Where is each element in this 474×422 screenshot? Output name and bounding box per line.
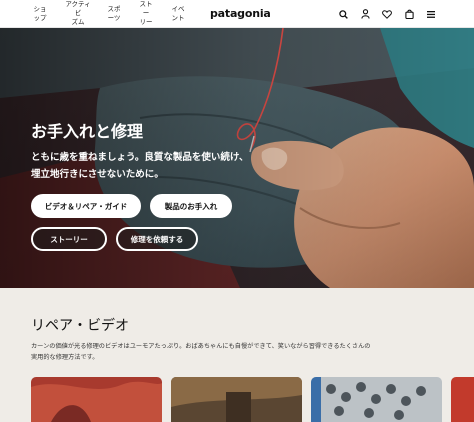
hero-description: ともに歳を重ねましょう。良質な製品を使い続け、埋立地行きにさせないために。	[31, 152, 249, 180]
repair-video-button[interactable]: ビデオ＆リペア・ガイド	[31, 194, 141, 218]
nav-sports[interactable]: スポ ーツ	[105, 5, 123, 23]
video-thumbnail[interactable]	[451, 377, 474, 422]
repair-videos-section: リペア・ビデオ カーンの価値が光る修理のビデオはユーモアたっぷり。おばあちゃんに…	[0, 288, 474, 422]
request-repair-button[interactable]: 修理を依頼する	[116, 227, 198, 251]
search-icon[interactable]	[332, 0, 354, 28]
cart-icon[interactable]	[398, 0, 420, 28]
account-icon[interactable]	[354, 0, 376, 28]
video-thumbnail[interactable]	[311, 377, 442, 422]
heart-icon[interactable]	[376, 0, 398, 28]
nav-shop[interactable]: ショ ップ	[31, 5, 49, 23]
stories-button[interactable]: ストーリー	[31, 227, 107, 251]
hero-title: お手入れと修理	[31, 122, 144, 141]
nav-activism[interactable]: アクティビ ズム	[63, 0, 93, 27]
nav-events[interactable]: イベ ント	[169, 5, 187, 23]
header-icons	[332, 0, 442, 28]
video-thumbnail[interactable]	[171, 377, 302, 422]
site-header: ショ ップ アクティビ ズム スポ ーツ ストー リー イベ ント patago…	[0, 0, 474, 28]
nav-stories[interactable]: ストー リー	[137, 0, 155, 27]
main-nav: ショ ップ アクティビ ズム スポ ーツ ストー リー イベ ント	[0, 0, 201, 28]
hero-banner: お手入れと修理 ともに歳を重ねましょう。良質な製品を使い続け、埋立地行きにさせな…	[0, 28, 474, 288]
patagonia-logo[interactable]: patagonia	[210, 7, 271, 20]
video-thumbnail[interactable]	[31, 377, 162, 422]
section-title: リペア・ビデオ	[31, 318, 129, 334]
menu-icon[interactable]	[420, 0, 442, 28]
care-button[interactable]: 製品のお手入れ	[150, 194, 232, 218]
section-description: カーンの価値が光る修理のビデオはユーモアたっぷり。おばあちゃんにも自慢ができて、…	[31, 343, 371, 361]
